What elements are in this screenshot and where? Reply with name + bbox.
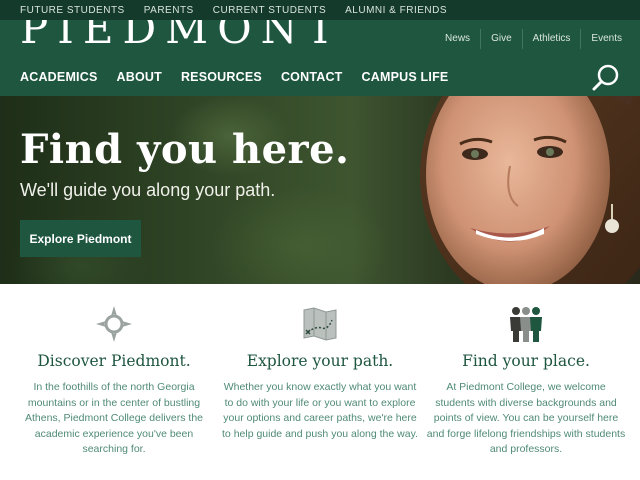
feature-title: Discover Piedmont.: [37, 352, 191, 370]
nav-campus-life[interactable]: CAMPUS LIFE: [362, 70, 449, 84]
utility-link-future-students[interactable]: FUTURE STUDENTS: [20, 5, 125, 16]
feature-text: In the foothills of the north Georgia mo…: [24, 381, 204, 455]
feature-title: Find your place.: [462, 352, 590, 370]
utility-link-alumni-friends[interactable]: ALUMNI & FRIENDS: [345, 5, 447, 16]
map-icon: [303, 307, 337, 341]
hero-subtitle: We'll guide you along your path.: [20, 180, 276, 200]
compass-icon: [96, 306, 132, 342]
feature-text: At Piedmont College, we welcome students…: [426, 381, 626, 455]
top-link-give[interactable]: Give: [480, 29, 522, 49]
header-top-links: News Give Athletics Events: [435, 29, 632, 49]
people-icon: [510, 307, 542, 342]
site-header: PIEDMONT News Give Athletics Events ACAD…: [0, 20, 640, 96]
search-button[interactable]: [590, 62, 622, 94]
top-link-athletics[interactable]: Athletics: [521, 29, 581, 49]
hero-photo: [420, 96, 640, 284]
nav-resources[interactable]: RESOURCES: [181, 70, 262, 84]
feature-text: Whether you know exactly what you want t…: [222, 381, 418, 440]
nav-contact[interactable]: CONTACT: [281, 70, 343, 84]
utility-nav: FUTURE STUDENTS PARENTS CURRENT STUDENTS…: [0, 0, 640, 20]
features-section: Discover Piedmont. In the foothills of t…: [0, 284, 640, 480]
utility-link-current-students[interactable]: CURRENT STUDENTS: [213, 5, 326, 16]
feature-title: Explore your path.: [246, 352, 394, 370]
hero-banner: Find you here. We'll guide you along you…: [0, 96, 640, 284]
top-link-events[interactable]: Events: [580, 29, 632, 49]
site-logo[interactable]: PIEDMONT: [20, 20, 343, 53]
utility-link-parents[interactable]: PARENTS: [144, 5, 194, 16]
nav-about[interactable]: ABOUT: [117, 70, 162, 84]
top-link-news[interactable]: News: [435, 29, 480, 49]
nav-academics[interactable]: ACADEMICS: [20, 70, 98, 84]
explore-piedmont-button[interactable]: Explore Piedmont: [20, 220, 141, 257]
hero-title: Find you here.: [20, 126, 350, 173]
main-nav: ACADEMICS ABOUT RESOURCES CONTACT CAMPUS…: [20, 70, 467, 84]
search-icon: [592, 64, 619, 91]
